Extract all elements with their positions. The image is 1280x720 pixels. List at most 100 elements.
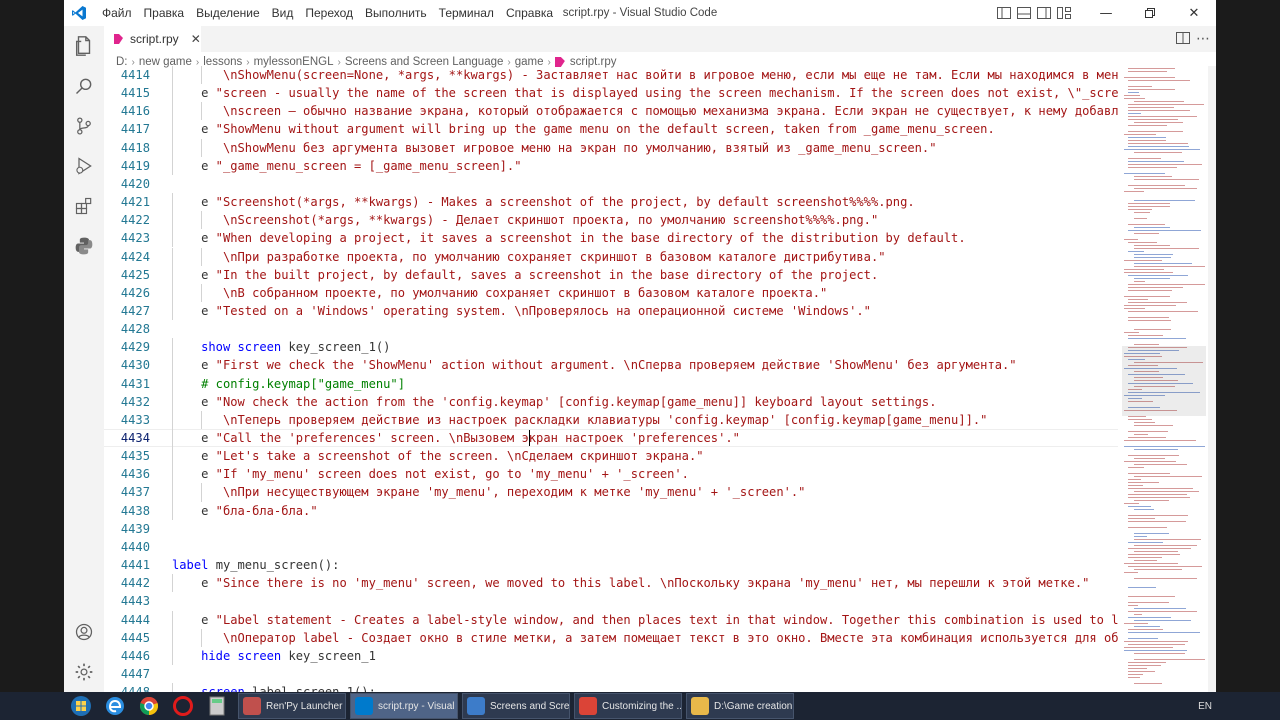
extensions-icon[interactable] — [64, 186, 104, 226]
menu-item[interactable]: Терминал — [433, 0, 500, 26]
code-line[interactable]: 4442 e "Since there is no 'my_menu' scree… — [104, 574, 1118, 592]
code-line[interactable]: 4426 \nВ собранном проекте, по умолчанию … — [104, 284, 1118, 302]
vertical-scrollbar[interactable] — [1208, 66, 1216, 692]
minimap-line — [1128, 167, 1177, 168]
windows-start-icon[interactable] — [64, 692, 98, 720]
indent-guide — [172, 392, 173, 411]
customize-layout-icon[interactable] — [1054, 0, 1074, 26]
python-icon[interactable] — [64, 226, 104, 266]
toggle-sidebar-icon[interactable] — [994, 0, 1014, 26]
menu-item[interactable]: Вид — [266, 0, 300, 26]
minimap-line — [1134, 218, 1147, 219]
code-line[interactable]: 4419 e "_game_menu_screen = [_game_menu_s… — [104, 157, 1118, 175]
code-line[interactable]: 4447 — [104, 665, 1118, 683]
code-line[interactable]: 4423 e "When developing a project, it sav… — [104, 229, 1118, 247]
minimap-line — [1128, 335, 1163, 336]
minimap-viewport[interactable] — [1122, 346, 1206, 416]
minimap-line — [1134, 491, 1199, 492]
code-line[interactable]: 4428 — [104, 320, 1118, 338]
run-debug-icon[interactable] — [64, 146, 104, 186]
indent-guide — [172, 301, 173, 321]
minimap[interactable] — [1122, 66, 1206, 692]
accounts-icon[interactable] — [64, 612, 104, 652]
menu-item[interactable]: Правка — [138, 0, 191, 26]
code-line[interactable]: 4427 e "Tested on a 'Windows' operating s… — [104, 302, 1118, 320]
search-icon[interactable] — [64, 66, 104, 106]
code-line[interactable]: 4430 e "First we check the 'ShowMenu' act… — [104, 356, 1118, 374]
taskbar-item-label: Screens and Scree... — [490, 700, 570, 712]
code-line[interactable]: 4424 \nПри разработке проекта, по умолчан… — [104, 248, 1118, 266]
code-line[interactable]: 4416 \nscreen – обычно название экрана, к… — [104, 102, 1118, 120]
indent-guide — [201, 483, 203, 502]
code-line[interactable]: 4418 \nShowMenu без аргумента вызовет игр… — [104, 139, 1118, 157]
taskbar-item[interactable]: Screens and Scree... — [462, 693, 570, 719]
minimap-line — [1134, 344, 1159, 345]
taskbar-item[interactable]: Ren'Py Launcher — [238, 693, 346, 719]
code-line[interactable]: 4438 e "бла-бла-бла." — [104, 502, 1118, 520]
line-number: 4429 — [120, 340, 150, 355]
language-indicator[interactable]: EN — [1198, 701, 1212, 712]
code-line[interactable]: 4444 e "Label statement - Creates a label… — [104, 611, 1118, 629]
code-line[interactable]: 4433 \nТеперь проверяем действие из настр… — [104, 411, 1118, 429]
tab-script-rpy[interactable]: script.rpy ✕ — [104, 26, 201, 52]
code-line[interactable]: 4435 e "Let's take a screenshot of the sc… — [104, 447, 1118, 465]
taskbar-item[interactable]: script.rpy - Visual ... — [350, 693, 458, 719]
manage-gear-icon[interactable] — [64, 652, 104, 692]
minimap-line — [1128, 431, 1168, 432]
code-line[interactable]: 4414 \nShowMenu(screen=None, *args, **kwa… — [104, 66, 1118, 84]
code-line[interactable]: 4434 e "Call the 'preferences' screen. \n… — [104, 429, 1118, 447]
code-editor[interactable]: 4414 \nShowMenu(screen=None, *args, **kwa… — [104, 66, 1118, 692]
code-line[interactable]: 4441 label my_menu_screen(): — [104, 556, 1118, 574]
close-icon[interactable]: ✕ — [191, 32, 201, 46]
indent-guide — [172, 410, 173, 429]
toggle-panel-icon[interactable] — [1014, 0, 1034, 26]
line-number: 4433 — [120, 412, 150, 427]
indent-guide — [172, 628, 173, 647]
menu-item[interactable]: Выделение — [190, 0, 266, 26]
code-line[interactable]: 4415 e "screen - usually the name of the … — [104, 84, 1118, 102]
code-line[interactable]: 4420 — [104, 175, 1118, 193]
minimap-line — [1134, 500, 1169, 501]
code-line[interactable]: 4443 — [104, 592, 1118, 610]
code-line[interactable]: 4431 # config.keymap["game_menu"] — [104, 375, 1118, 393]
menu-item[interactable]: Справка — [500, 0, 559, 26]
code-line[interactable]: 4448 screen label_screen_1(): — [104, 683, 1118, 692]
opera-icon[interactable] — [166, 692, 200, 720]
code-line[interactable]: 4439 — [104, 520, 1118, 538]
more-actions-icon[interactable]: ⋯ — [1196, 31, 1210, 47]
code-line[interactable]: 4429 show screen key_screen_1() — [104, 338, 1118, 356]
minimap-line — [1124, 269, 1164, 270]
minimap-line — [1128, 566, 1202, 567]
minimap-line — [1128, 479, 1141, 480]
source-control-icon[interactable] — [64, 106, 104, 146]
code-line[interactable]: 4436 e "If 'my_menu' screen does not exis… — [104, 465, 1118, 483]
minimap-line — [1128, 515, 1188, 516]
taskbar-item[interactable]: Customizing the ... — [574, 693, 682, 719]
indent-guide — [172, 374, 173, 393]
line-number: 4416 — [120, 104, 150, 119]
code-line[interactable]: 4425 e "In the built project, by default,… — [104, 266, 1118, 284]
edge-icon[interactable] — [98, 692, 132, 720]
chrome-icon[interactable] — [132, 692, 166, 720]
menu-item[interactable]: Файл — [96, 0, 138, 26]
explorer-icon[interactable] — [64, 26, 104, 66]
toggle-secondary-sidebar-icon[interactable] — [1034, 0, 1054, 26]
code-line[interactable]: 4421 e "Screenshot(*args, **kwargs) - Mak… — [104, 193, 1118, 211]
code-line[interactable]: 4445 \nОператор label - Создает окно в ст… — [104, 629, 1118, 647]
code-line[interactable]: 4417 e "ShowMenu without argument will br… — [104, 120, 1118, 138]
minimize-button[interactable]: — — [1084, 0, 1128, 26]
restore-button[interactable] — [1128, 0, 1172, 26]
code-line[interactable]: 4432 e "Now check the action from the 'co… — [104, 393, 1118, 411]
menu-item[interactable]: Переход — [299, 0, 359, 26]
code-line[interactable]: 4437 \nПри несуществующем экране 'my_menu… — [104, 483, 1118, 501]
code-line[interactable]: 4422 \nScreenshot(*args, **kwargs) - Дела… — [104, 211, 1118, 229]
menu-item[interactable]: Выполнить — [359, 0, 433, 26]
code-line[interactable]: 4446 hide screen key_screen_1 — [104, 647, 1118, 665]
calculator-icon[interactable] — [200, 692, 234, 720]
split-editor-icon[interactable] — [1176, 31, 1190, 47]
taskbar-item[interactable]: D:\Game creation... — [686, 693, 794, 719]
close-window-button[interactable]: ✕ — [1172, 0, 1216, 26]
minimap-line — [1134, 263, 1192, 264]
code-line[interactable]: 4440 — [104, 538, 1118, 556]
code-text: \nТеперь проверяем действие из настроек … — [222, 412, 988, 427]
